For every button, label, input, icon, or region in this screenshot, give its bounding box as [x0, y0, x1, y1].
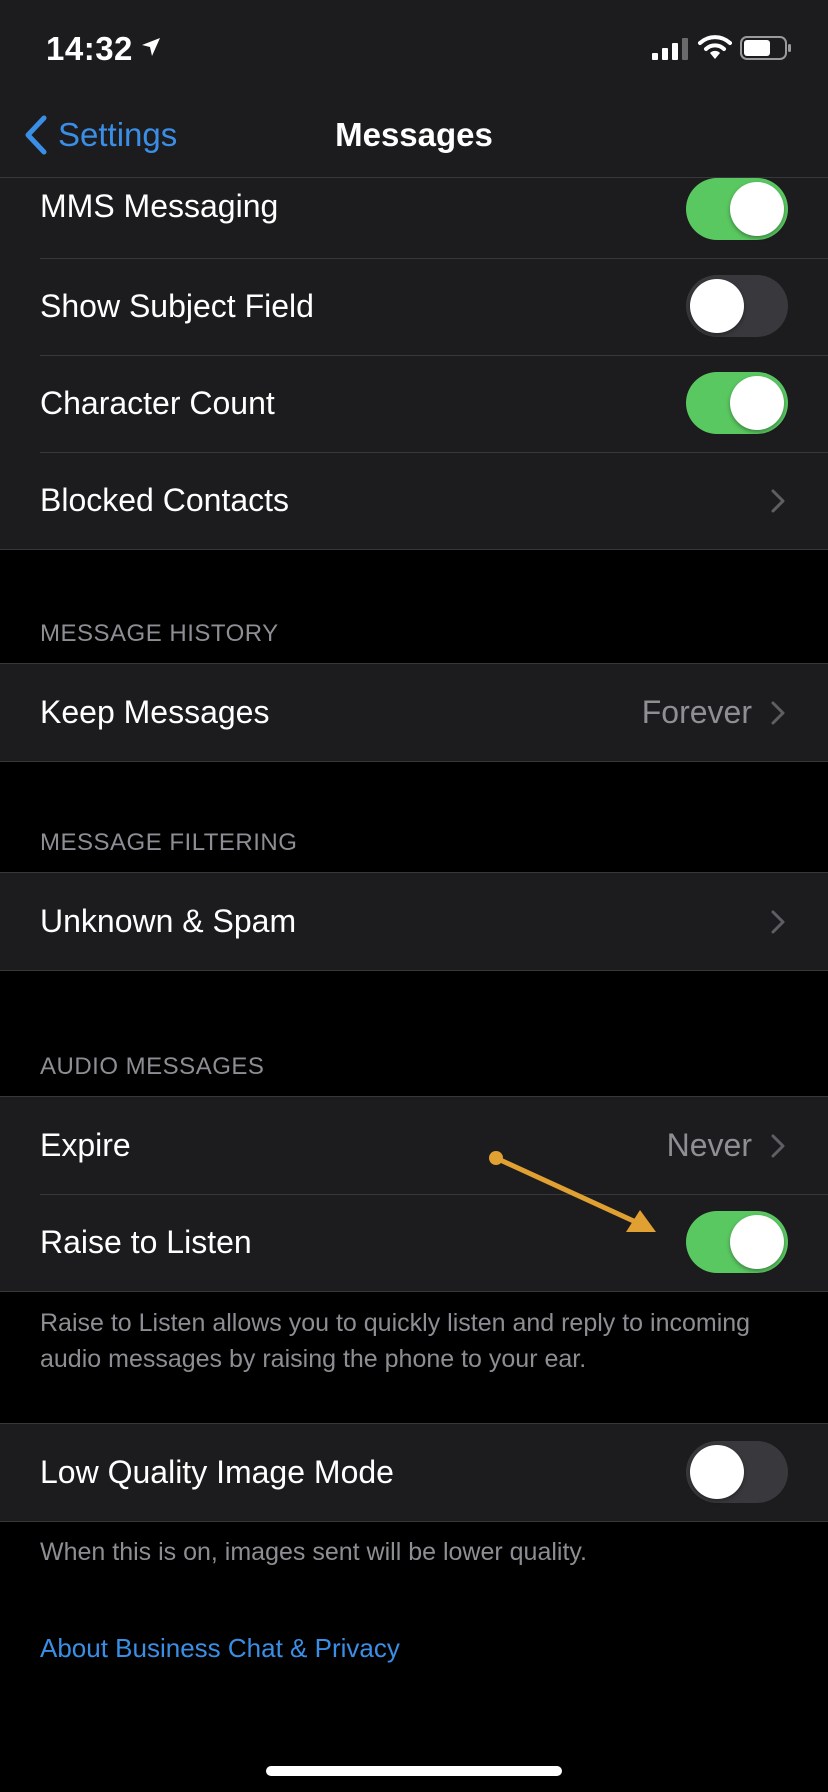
expire-row[interactable]: Expire Never [0, 1097, 828, 1194]
low-quality-image-mode-label: Low Quality Image Mode [40, 1454, 394, 1490]
toggle-knob [690, 1445, 744, 1499]
raise-to-listen-toggle[interactable] [686, 1211, 788, 1273]
toggle-knob [730, 376, 784, 430]
section-header-audio-messages: AUDIO MESSAGES [40, 1053, 265, 1080]
low-quality-image-mode-row: Low Quality Image Mode [0, 1424, 828, 1521]
mms-messaging-toggle[interactable] [686, 178, 788, 240]
character-count-row: Character Count [0, 355, 828, 452]
keep-messages-value: Forever [641, 694, 752, 730]
chevron-right-icon [771, 701, 785, 725]
battery-icon [740, 36, 791, 60]
show-subject-field-toggle[interactable] [686, 275, 788, 337]
wifi-icon [698, 35, 732, 59]
low-quality-image-mode-toggle[interactable] [686, 1441, 788, 1503]
toggle-knob [730, 1215, 784, 1269]
location-arrow-icon [142, 38, 160, 56]
chevron-right-icon [771, 1134, 785, 1158]
blocked-contacts-row[interactable]: Blocked Contacts [0, 452, 828, 549]
section-header-message-history: MESSAGE HISTORY [40, 620, 279, 647]
status-bar: 14:32 [0, 0, 828, 100]
status-time: 14:32 [46, 30, 133, 67]
mms-messaging-label: MMS Messaging [40, 188, 279, 224]
message-filtering-group: Unknown & Spam [0, 872, 828, 971]
about-business-chat-link[interactable]: About Business Chat & Privacy [40, 1633, 400, 1664]
unknown-spam-label: Unknown & Spam [40, 903, 297, 939]
show-subject-field-row: Show Subject Field [0, 258, 828, 355]
raise-to-listen-label: Raise to Listen [40, 1224, 252, 1260]
toggle-knob [730, 182, 784, 236]
expire-value: Never [666, 1127, 752, 1163]
audio-messages-group: Expire Never Raise to Listen [0, 1096, 828, 1292]
raise-to-listen-footer: Raise to Listen allows you to quickly li… [40, 1309, 751, 1373]
unknown-spam-row[interactable]: Unknown & Spam [0, 873, 828, 970]
show-subject-field-label: Show Subject Field [40, 288, 314, 324]
home-indicator [266, 1766, 562, 1776]
chevron-right-icon [771, 910, 785, 934]
annotation-arrow-icon [489, 1151, 656, 1232]
message-history-group: Keep Messages Forever [0, 663, 828, 762]
cellular-signal-icon [652, 38, 688, 60]
expire-label: Expire [40, 1127, 131, 1163]
low-quality-footer: When this is on, images sent will be low… [40, 1538, 587, 1566]
section-header-message-filtering: MESSAGE FILTERING [40, 829, 298, 856]
raise-to-listen-row: Raise to Listen [0, 1194, 828, 1291]
keep-messages-row[interactable]: Keep Messages Forever [0, 664, 828, 761]
character-count-label: Character Count [40, 385, 275, 421]
chevron-right-icon [771, 489, 785, 513]
keep-messages-label: Keep Messages [40, 694, 270, 730]
character-count-toggle[interactable] [686, 372, 788, 434]
page-title: Messages [335, 116, 493, 153]
toggle-knob [690, 279, 744, 333]
low-quality-group: Low Quality Image Mode [0, 1423, 828, 1522]
blocked-contacts-label: Blocked Contacts [40, 482, 290, 518]
general-settings-group: MMS Messaging Show Subject Field Charact… [0, 163, 828, 550]
navigation-bar: Settings Messages [0, 100, 828, 178]
